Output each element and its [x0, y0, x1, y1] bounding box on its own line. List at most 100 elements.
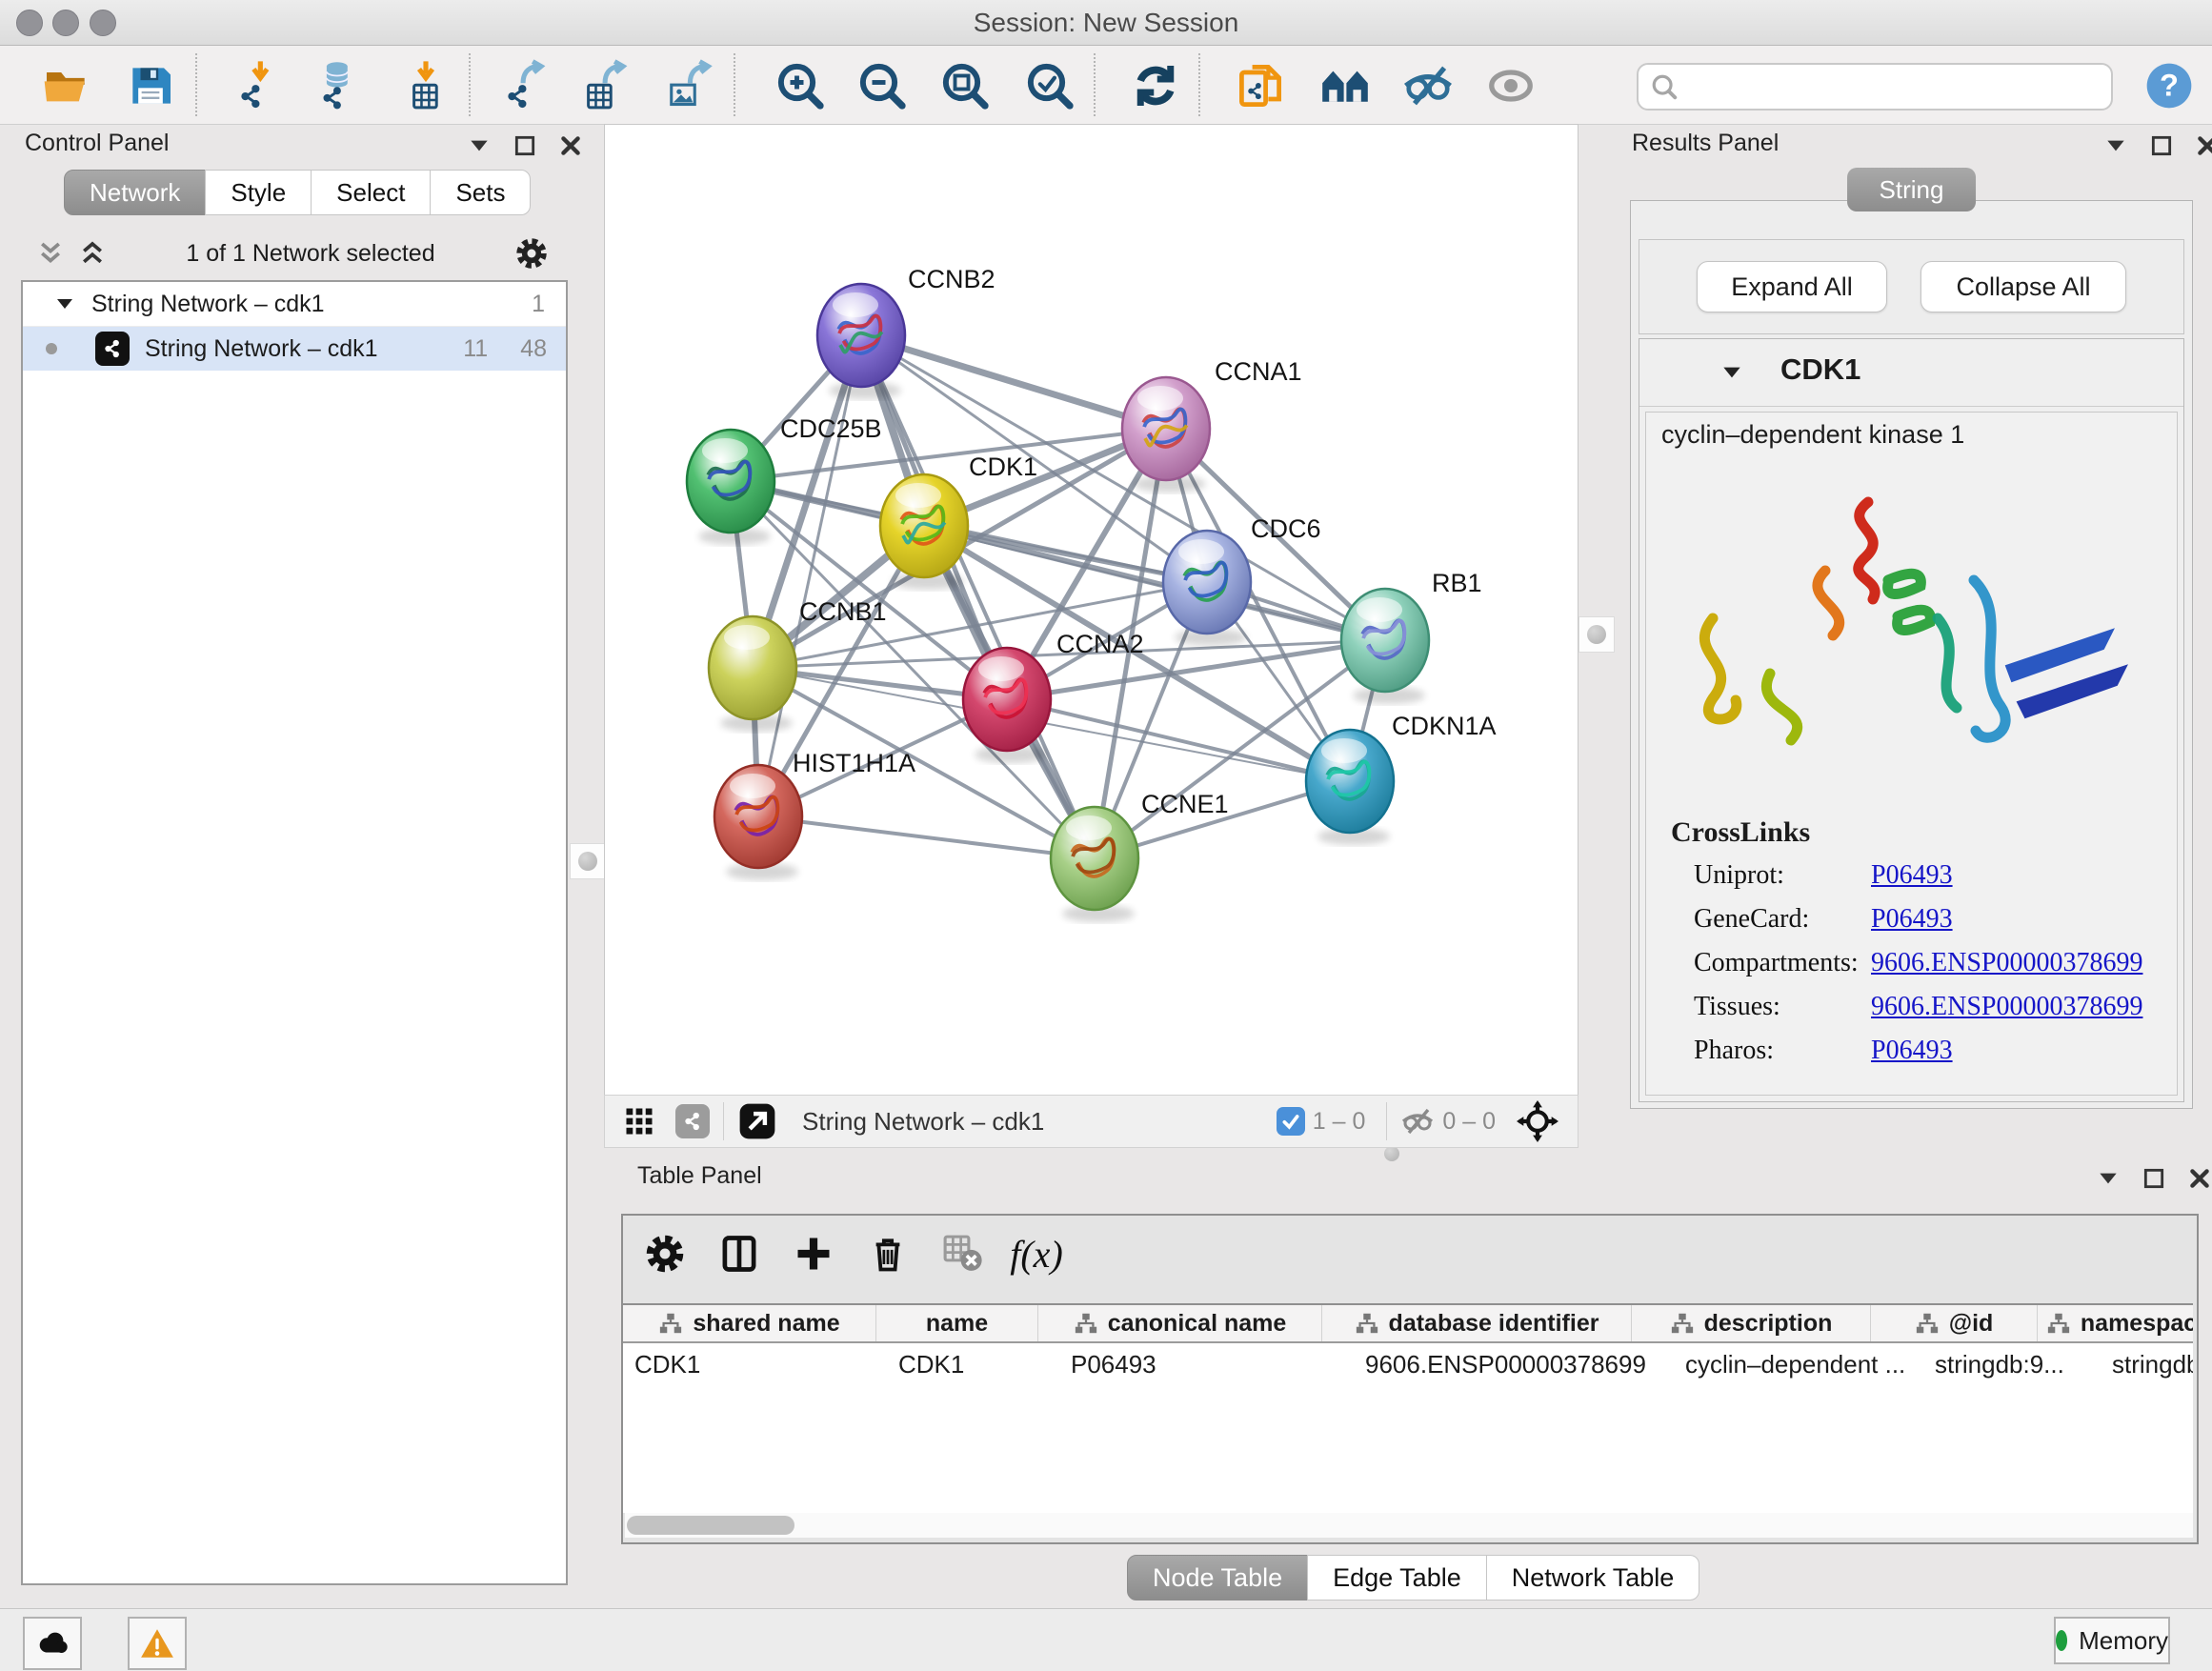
- table-cell[interactable]: 9606.ENSP00000378699: [1354, 1343, 1674, 1385]
- show-columns-button[interactable]: [714, 1229, 764, 1278]
- results-tab-string[interactable]: String: [1847, 168, 1977, 211]
- gene-section-header[interactable]: CDK1: [1639, 339, 2183, 407]
- tab-edge-table[interactable]: Edge Table: [1307, 1555, 1487, 1601]
- section-expander-icon[interactable]: [1719, 360, 1744, 385]
- column-header-name[interactable]: name: [876, 1305, 1038, 1341]
- column-header-canonical-name[interactable]: canonical name: [1038, 1305, 1322, 1341]
- column-header-shared-name[interactable]: shared name: [623, 1305, 876, 1341]
- left-splitter-grip[interactable]: [570, 843, 606, 879]
- selected-checkbox-icon[interactable]: [1277, 1107, 1305, 1136]
- panel-close-icon[interactable]: [2187, 1166, 2212, 1191]
- panel-collapse-icon[interactable]: [2096, 1166, 2121, 1191]
- network-edge-CCNB2-CCNA1[interactable]: [861, 335, 1166, 429]
- table-cell[interactable]: P06493: [1059, 1343, 1354, 1385]
- scrollbar-thumb[interactable]: [627, 1516, 794, 1535]
- network-options-gear-icon[interactable]: [514, 236, 549, 271]
- show-all-button[interactable]: [1480, 55, 1541, 116]
- cloud-status-button[interactable]: [23, 1617, 82, 1670]
- expand-all-button[interactable]: Expand All: [1697, 261, 1887, 312]
- column-header-id[interactable]: @id: [1871, 1305, 2038, 1341]
- open-session-button[interactable]: [36, 55, 97, 116]
- panel-collapse-icon[interactable]: [2103, 133, 2128, 158]
- network-canvas[interactable]: CCNB2CCNA1CDC25BCDK1CDC6RB1CCNB1CCNA2CDK…: [604, 124, 1579, 1096]
- collapse-all-icon[interactable]: [36, 239, 65, 268]
- refresh-view-button[interactable]: [1125, 55, 1186, 116]
- import-table-file-button[interactable]: [395, 55, 456, 116]
- crosslink-link[interactable]: P06493: [1871, 904, 1953, 935]
- tab-network[interactable]: Network: [64, 170, 206, 215]
- zoom-in-button[interactable]: [770, 55, 831, 116]
- clone-network-button[interactable]: [1230, 55, 1291, 116]
- export-table-button[interactable]: [576, 55, 637, 116]
- bottom-splitter-grip[interactable]: [1379, 1146, 1404, 1161]
- crosslink-link[interactable]: P06493: [1871, 1036, 1953, 1066]
- right-splitter-grip[interactable]: [1579, 616, 1615, 653]
- network-node-CCNB2[interactable]: [817, 284, 905, 399]
- crosslink-link[interactable]: 9606.ENSP00000378699: [1871, 948, 2142, 978]
- help-button[interactable]: [2139, 55, 2200, 116]
- network-node-CCNE1[interactable]: [1051, 807, 1138, 922]
- network-edge-CCNB2-HIST1H1A[interactable]: [758, 335, 861, 816]
- column-header-namespace[interactable]: namespace: [2038, 1305, 2193, 1341]
- panel-float-icon[interactable]: [513, 133, 537, 158]
- birdseye-view-icon[interactable]: [737, 1101, 777, 1141]
- delete-column-button[interactable]: [863, 1229, 913, 1278]
- panel-float-icon[interactable]: [2149, 133, 2174, 158]
- network-share-icon[interactable]: [675, 1104, 710, 1138]
- network-node-HIST1H1A[interactable]: [714, 765, 802, 880]
- crosshair-icon[interactable]: [1517, 1100, 1558, 1142]
- expand-all-icon[interactable]: [78, 239, 107, 268]
- column-header-description[interactable]: description: [1632, 1305, 1871, 1341]
- network-node-CDKN1A[interactable]: [1306, 730, 1394, 845]
- table-row[interactable]: CDK1CDK1P064939606.ENSP00000378699cyclin…: [623, 1343, 2193, 1385]
- table-horizontal-scrollbar[interactable]: [625, 1513, 2193, 1538]
- string-query-button[interactable]: [1315, 55, 1376, 116]
- network-node-RB1[interactable]: [1341, 589, 1429, 704]
- network-row[interactable]: String Network – cdk1 11 48: [23, 327, 566, 371]
- fit-content-button[interactable]: [935, 55, 995, 116]
- panel-close-icon[interactable]: [558, 133, 583, 158]
- tree-expander-icon[interactable]: [53, 292, 76, 315]
- panel-collapse-icon[interactable]: [467, 133, 492, 158]
- export-image-button[interactable]: [659, 55, 720, 116]
- import-network-database-button[interactable]: [308, 55, 369, 116]
- table-body: CDK1CDK1P064939606.ENSP00000378699cyclin…: [623, 1343, 2193, 1385]
- grid-view-icon[interactable]: [622, 1104, 656, 1138]
- export-network-button[interactable]: [494, 55, 555, 116]
- panel-close-icon[interactable]: [2195, 133, 2212, 158]
- table-settings-button[interactable]: [640, 1229, 690, 1278]
- memory-button[interactable]: Memory: [2054, 1617, 2170, 1664]
- table-cell[interactable]: cyclin–dependent ...: [1674, 1343, 1923, 1385]
- column-header-database-identifier[interactable]: database identifier: [1322, 1305, 1632, 1341]
- tab-select[interactable]: Select: [311, 170, 431, 215]
- tab-node-table[interactable]: Node Table: [1127, 1555, 1308, 1601]
- warnings-button[interactable]: [128, 1617, 187, 1670]
- network-edge-CCNB2-CCNE1[interactable]: [861, 335, 1095, 858]
- network-collection-row[interactable]: String Network – cdk1 1: [23, 282, 566, 327]
- table-cell[interactable]: stringdb:9...: [1923, 1343, 2101, 1385]
- zoom-out-icon: [855, 59, 909, 112]
- network-node-CDC25B[interactable]: [687, 430, 774, 545]
- table-cell[interactable]: CDK1: [623, 1343, 887, 1385]
- zoom-out-button[interactable]: [852, 55, 913, 116]
- network-edge-HIST1H1A-CCNE1[interactable]: [758, 816, 1095, 858]
- search-input[interactable]: [1686, 68, 2111, 106]
- table-cell[interactable]: stringdb: [2101, 1343, 2193, 1385]
- crosslink-link[interactable]: 9606.ENSP00000378699: [1871, 992, 2142, 1022]
- add-column-button[interactable]: [789, 1229, 838, 1278]
- panel-float-icon[interactable]: [2142, 1166, 2166, 1191]
- collapse-all-button[interactable]: Collapse All: [1920, 261, 2126, 312]
- network-node-CCNB1[interactable]: [709, 616, 796, 732]
- network-node-CDC6[interactable]: [1163, 531, 1251, 646]
- search-field[interactable]: [1637, 63, 2113, 111]
- hide-selected-button[interactable]: [1398, 55, 1458, 116]
- zoom-selected-button[interactable]: [1019, 55, 1080, 116]
- table-cell[interactable]: CDK1: [887, 1343, 1059, 1385]
- save-session-button[interactable]: [120, 55, 181, 116]
- gene-section: CDK1 cyclin–dependent kinase 1 CrossLink…: [1639, 338, 2184, 1102]
- tab-sets[interactable]: Sets: [430, 170, 531, 215]
- tab-network-table[interactable]: Network Table: [1486, 1555, 1700, 1601]
- tab-style[interactable]: Style: [205, 170, 312, 215]
- import-network-file-button[interactable]: [228, 55, 289, 116]
- crosslink-link[interactable]: P06493: [1871, 860, 1953, 891]
